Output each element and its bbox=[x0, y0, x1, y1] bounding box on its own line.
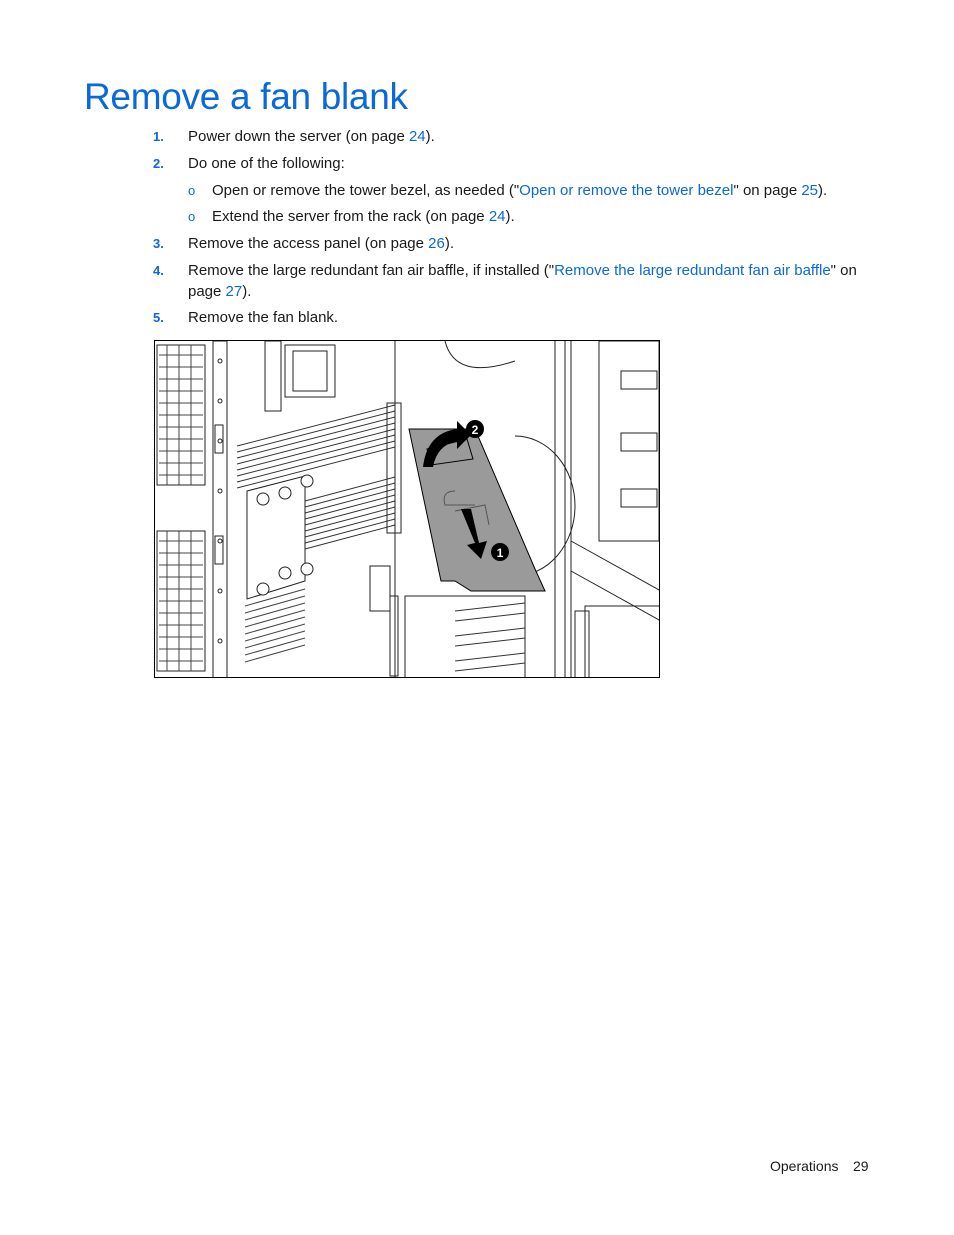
bullet-icon: o bbox=[188, 183, 196, 198]
page-title: Remove a fan blank bbox=[84, 76, 408, 117]
page-link[interactable]: 24 bbox=[409, 128, 426, 145]
page-link[interactable]: 24 bbox=[489, 208, 506, 225]
callout-2-label: 2 bbox=[472, 423, 479, 437]
section-link[interactable]: Open or remove the tower bezel bbox=[519, 182, 733, 199]
section-link[interactable]: Remove the large redundant fan air baffl… bbox=[554, 262, 831, 279]
fan-blank-illustration: 2 1 bbox=[154, 340, 660, 678]
grill-top bbox=[156, 344, 206, 486]
footer-section: Operations bbox=[770, 1158, 839, 1174]
step-text: Remove the access panel (on page 26). bbox=[188, 235, 455, 252]
step-number: 1. bbox=[153, 129, 164, 144]
step-number: 4. bbox=[153, 263, 164, 278]
substep-text: Open or remove the tower bezel, as neede… bbox=[212, 182, 828, 199]
bullet-icon: o bbox=[188, 209, 196, 224]
page-link[interactable]: 26 bbox=[428, 235, 445, 252]
page-link[interactable]: 27 bbox=[226, 283, 243, 300]
step-text: Remove the fan blank. bbox=[188, 309, 339, 326]
step-number: 2. bbox=[153, 156, 164, 171]
callout-2: 2 bbox=[466, 420, 484, 438]
server-diagram: 2 1 bbox=[156, 341, 659, 677]
page-link[interactable]: 25 bbox=[801, 182, 818, 199]
step-text: Remove the large redundant fan air baffl… bbox=[188, 262, 857, 300]
callout-1-label: 1 bbox=[497, 546, 504, 560]
callout-1: 1 bbox=[491, 543, 509, 561]
grill-bottom bbox=[156, 530, 206, 672]
step-text: Do one of the following: bbox=[188, 155, 345, 172]
step-number: 5. bbox=[153, 310, 164, 325]
step-number: 3. bbox=[153, 236, 164, 251]
step-text: Power down the server (on page 24). bbox=[188, 128, 435, 145]
substep-text: Extend the server from the rack (on page… bbox=[212, 208, 515, 225]
footer-page-number: 29 bbox=[853, 1158, 869, 1174]
